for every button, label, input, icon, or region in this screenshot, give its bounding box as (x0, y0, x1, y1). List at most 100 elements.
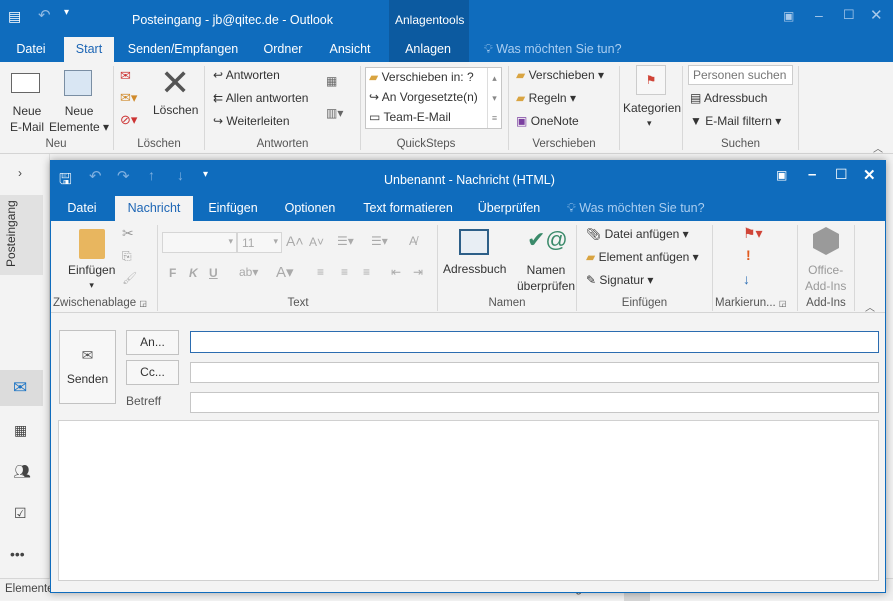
quickstep-to-manager[interactable]: ↪ An Vorgesetzte(n) (369, 90, 478, 104)
compose-tab-einfuegen[interactable]: Einfügen (201, 196, 265, 221)
grow-font-icon[interactable]: A˄ (286, 233, 304, 249)
align-left-icon[interactable]: ≡ (317, 265, 324, 279)
ignore-icon[interactable]: ✉︎ (120, 68, 131, 84)
compose-tab-ueberpruefen[interactable]: Überprüfen (473, 196, 545, 221)
shrink-font-icon[interactable]: A˅ (309, 235, 324, 249)
filter-email-button[interactable]: ▼ E-Mail filtern ▾ (690, 114, 781, 128)
collapse-ribbon-icon[interactable]: ︿ (865, 299, 875, 314)
underline-button[interactable]: U (209, 266, 218, 280)
ribbon-display-options-icon[interactable]: ▣ (783, 9, 794, 23)
font-color-icon[interactable]: A▾ (276, 263, 294, 281)
tab-senden-empfangen[interactable]: Senden/Empfangen (122, 37, 244, 62)
check-names-button[interactable]: Namen überprüfen (517, 262, 575, 294)
junk-icon[interactable]: ⊘▾ (120, 112, 137, 128)
font-name-dropdown[interactable]: ▾ (162, 232, 237, 253)
increase-indent-icon[interactable]: ⇥ (413, 265, 423, 279)
new-items-icon (64, 70, 92, 96)
customize-qat-icon[interactable]: ▾ (64, 7, 69, 18)
format-painter-icon[interactable]: 🖌︎ (122, 271, 137, 285)
copy-icon[interactable]: ⎘ (122, 249, 132, 264)
customize-qat-icon[interactable]: ▾ (203, 169, 208, 180)
calendar-icon[interactable]: ▦ (14, 422, 27, 439)
compose-tab-nachricht[interactable]: Nachricht (115, 196, 193, 221)
quickstep-team-email[interactable]: ▭ Team-E-Mail (369, 110, 451, 124)
to-button[interactable]: An... (126, 330, 179, 355)
attach-file-button[interactable]: 📎︎ Datei anfügen ▾ (586, 227, 689, 241)
more-respond-icon[interactable]: ▥▾ (326, 106, 343, 120)
align-right-icon[interactable]: ≡ (363, 265, 370, 279)
reply-all-button[interactable]: ⇇ Allen antworten (213, 91, 308, 105)
onenote-button[interactable]: ▣ OneNote (516, 114, 579, 128)
subject-field[interactable] (190, 392, 879, 413)
minimize-icon[interactable]: – (808, 166, 816, 183)
address-book-button[interactable]: ▤ Adressbuch (690, 91, 767, 105)
save-icon[interactable]: 🖫︎ (59, 169, 72, 194)
undo-icon[interactable]: ↶ (38, 6, 51, 24)
cut-icon[interactable]: ✂ (122, 225, 134, 242)
low-importance-icon[interactable]: ↓ (743, 271, 750, 287)
tell-me-search[interactable]: 💡︎ Was möchten Sie tun? (484, 42, 622, 57)
move-button[interactable]: ▰ Verschieben ▾ (516, 68, 604, 82)
tab-datei[interactable]: Datei (8, 37, 54, 62)
categories-button[interactable]: Kategorien ▾ (623, 101, 681, 129)
next-item-icon[interactable]: ↓ (177, 167, 184, 183)
reply-button[interactable]: ↩ Antworten (213, 68, 280, 82)
cc-button[interactable]: Cc... (126, 360, 179, 385)
forward-button[interactable]: ↪ Weiterleiten (213, 114, 290, 128)
bullets-icon[interactable]: ☰▾ (337, 234, 354, 248)
close-icon[interactable]: ✕ (870, 6, 883, 24)
font-size-dropdown[interactable]: 11 ▾ (237, 232, 282, 253)
check-names-icon: ✔@ (527, 227, 568, 252)
bold-button[interactable]: F (169, 266, 176, 280)
high-importance-icon[interactable]: ! (746, 247, 751, 263)
signature-button[interactable]: ✎ Signatur ▾ (586, 273, 653, 287)
delete-button[interactable]: Löschen (153, 103, 198, 117)
compose-tab-text-formatieren[interactable]: Text formatieren (357, 196, 459, 221)
maximize-icon[interactable]: ☐ (843, 7, 855, 23)
compose-tab-datei[interactable]: Datei (59, 196, 105, 221)
ribbon-display-options-icon[interactable]: ▣ (776, 168, 787, 182)
tab-start[interactable]: Start (64, 37, 114, 62)
message-body[interactable] (58, 420, 879, 581)
decrease-indent-icon[interactable]: ⇤ (391, 265, 401, 279)
paste-button[interactable]: Einfügen ▾ (68, 263, 115, 291)
compose-tab-optionen[interactable]: Optionen (277, 196, 343, 221)
italic-button[interactable]: K (189, 266, 198, 280)
new-items-button[interactable]: Neue Elemente ▾ (49, 103, 109, 135)
quicksteps-scroll[interactable]: ▴ ▾ ≡ (487, 68, 501, 128)
tasks-icon[interactable]: ☑ (14, 505, 27, 522)
more-apps-icon[interactable]: ••• (10, 546, 25, 562)
collapse-ribbon-icon[interactable]: ︿ (873, 140, 883, 155)
undo-icon[interactable]: ↶ (89, 167, 102, 185)
previous-item-icon[interactable]: ↑ (148, 167, 155, 183)
tab-anlagen[interactable]: Anlagen (395, 37, 461, 62)
address-book-button[interactable]: Adressbuch (443, 262, 506, 276)
tab-ansicht[interactable]: Ansicht (322, 37, 378, 62)
minimize-icon[interactable]: – (815, 7, 823, 23)
close-icon[interactable]: ✕ (863, 166, 876, 184)
follow-up-flag-icon[interactable]: ⚑▾ (743, 225, 763, 242)
rules-button[interactable]: ▰ Regeln ▾ (516, 91, 576, 105)
office-addins-button[interactable]: Office- Add-Ins (805, 262, 846, 294)
attach-item-button[interactable]: ▰ Element anfügen ▾ (586, 250, 699, 264)
meeting-icon[interactable]: ▦ (326, 74, 337, 88)
numbering-icon[interactable]: ☰▾ (371, 234, 388, 248)
cleanup-icon[interactable]: ✉︎▾ (120, 90, 137, 106)
cc-field[interactable] (190, 362, 879, 383)
to-field[interactable] (190, 331, 879, 353)
quickstep-move-to[interactable]: ▰ Verschieben in: ? (369, 70, 474, 84)
compose-tell-me[interactable]: 💡︎ Was möchten Sie tun? (567, 201, 705, 216)
highlight-icon[interactable]: ab▾ (239, 265, 258, 279)
people-search-input[interactable] (688, 65, 793, 85)
people-icon[interactable]: 👥︎ (13, 463, 31, 480)
redo-icon[interactable]: ↷ (117, 167, 130, 185)
nav-mail[interactable]: ✉ (0, 370, 43, 406)
tab-ordner[interactable]: Ordner (255, 37, 311, 62)
new-email-button[interactable]: Neue E-Mail (10, 103, 44, 135)
send-button[interactable]: ✉︎ Senden (59, 330, 116, 404)
align-center-icon[interactable]: ≡ (341, 265, 348, 279)
expand-folder-pane-icon[interactable]: › (18, 166, 22, 180)
folder-posteingang[interactable]: Posteingang (0, 195, 43, 275)
clear-formatting-icon[interactable]: A̸ (409, 234, 417, 248)
maximize-icon[interactable]: ☐ (835, 166, 848, 183)
